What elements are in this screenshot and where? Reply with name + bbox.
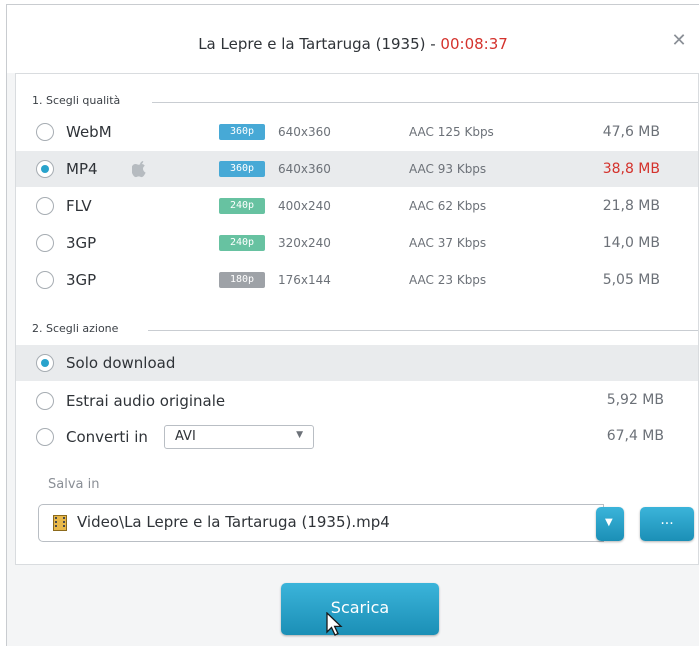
quality-section-label: 1. Scegli qualità (32, 94, 121, 107)
resolution: 640x360 (278, 162, 331, 176)
convert-label: Converti in (66, 428, 148, 446)
format-label: FLV (66, 197, 92, 215)
quality-row-mp4[interactable]: MP4 360p 640x360 AAC 93 Kbps 38,8 MB (16, 151, 698, 187)
radio-3gp-180[interactable] (36, 271, 54, 289)
extract-audio-size: 5,92 MB (606, 392, 664, 408)
chevron-down-icon: ▼ (605, 517, 613, 528)
audio-bitrate: AAC 23 Kbps (409, 273, 487, 287)
resolution: 400x240 (278, 199, 331, 213)
chevron-down-icon: ▼ (296, 430, 303, 440)
resolution: 320x240 (278, 236, 331, 250)
audio-bitrate: AAC 37 Kbps (409, 236, 487, 250)
save-path-value: Video\La Lepre e la Tartaruga (1935).mp4 (77, 513, 390, 531)
browse-button[interactable]: ... (640, 507, 694, 541)
options-panel: 1. Scegli qualità WebM 360p 640x360 AAC … (15, 73, 699, 565)
convert-size: 67,4 MB (606, 428, 664, 444)
radio-extract-audio[interactable] (36, 392, 54, 410)
radio-convert[interactable] (36, 428, 54, 446)
audio-bitrate: AAC 125 Kbps (409, 125, 494, 139)
video-duration: 00:08:37 (440, 35, 508, 53)
quality-row-flv[interactable]: FLV 240p 400x240 AAC 62 Kbps 21,8 MB (16, 188, 698, 224)
action-row-extract-audio[interactable]: Estrai audio originale 5,92 MB (16, 383, 698, 419)
path-dropdown-button[interactable]: ▼ (596, 507, 624, 541)
audio-bitrate: AAC 93 Kbps (409, 162, 487, 176)
quality-divider (152, 102, 698, 103)
download-button[interactable]: Scarica (281, 583, 439, 635)
radio-webm[interactable] (36, 123, 54, 141)
convert-format-value: AVI (175, 429, 196, 444)
only-download-label: Solo download (66, 354, 176, 372)
apple-icon (132, 161, 146, 178)
quality-badge: 240p (219, 198, 265, 214)
mouse-cursor-icon (326, 612, 343, 636)
file-size: 47,6 MB (602, 124, 660, 140)
audio-bitrate: AAC 62 Kbps (409, 199, 487, 213)
radio-3gp-240[interactable] (36, 234, 54, 252)
action-row-download[interactable]: Solo download (16, 345, 698, 381)
quality-badge: 240p (219, 235, 265, 251)
file-size: 38,8 MB (602, 161, 660, 177)
radio-only-download[interactable] (36, 354, 54, 372)
format-label: 3GP (66, 271, 97, 289)
quality-row-3gp-180[interactable]: 3GP 180p 176x144 AAC 23 Kbps 5,05 MB (16, 262, 698, 298)
radio-mp4[interactable] (36, 160, 54, 178)
file-size: 14,0 MB (602, 235, 660, 251)
close-icon[interactable]: ✕ (669, 31, 689, 51)
video-title: La Lepre e la Tartaruga (1935) - (198, 35, 441, 53)
file-size: 5,05 MB (602, 272, 660, 288)
download-dialog: La Lepre e la Tartaruga (1935) - 00:08:3… (6, 4, 699, 646)
quality-badge: 360p (219, 161, 265, 177)
format-label: MP4 (66, 160, 98, 178)
convert-format-select[interactable]: AVI ▼ (164, 425, 314, 449)
video-file-icon (53, 515, 67, 531)
quality-badge: 360p (219, 124, 265, 140)
title-bar: La Lepre e la Tartaruga (1935) - 00:08:3… (7, 5, 699, 73)
file-size: 21,8 MB (602, 198, 660, 214)
dialog-title: La Lepre e la Tartaruga (1935) - 00:08:3… (7, 35, 699, 53)
quality-row-3gp-240[interactable]: 3GP 240p 320x240 AAC 37 Kbps 14,0 MB (16, 225, 698, 261)
radio-flv[interactable] (36, 197, 54, 215)
resolution: 640x360 (278, 125, 331, 139)
save-in-label: Salva in (48, 477, 100, 492)
quality-row-webm[interactable]: WebM 360p 640x360 AAC 125 Kbps 47,6 MB (16, 114, 698, 150)
format-label: WebM (66, 123, 112, 141)
quality-badge: 180p (219, 272, 265, 288)
action-row-convert[interactable]: Converti in AVI ▼ 67,4 MB (16, 419, 698, 455)
save-path-field[interactable]: Video\La Lepre e la Tartaruga (1935).mp4 (38, 504, 604, 542)
format-label: 3GP (66, 234, 97, 252)
action-divider (148, 330, 698, 331)
extract-audio-label: Estrai audio originale (66, 392, 226, 410)
resolution: 176x144 (278, 273, 331, 287)
action-section-label: 2. Scegli azione (32, 322, 119, 335)
